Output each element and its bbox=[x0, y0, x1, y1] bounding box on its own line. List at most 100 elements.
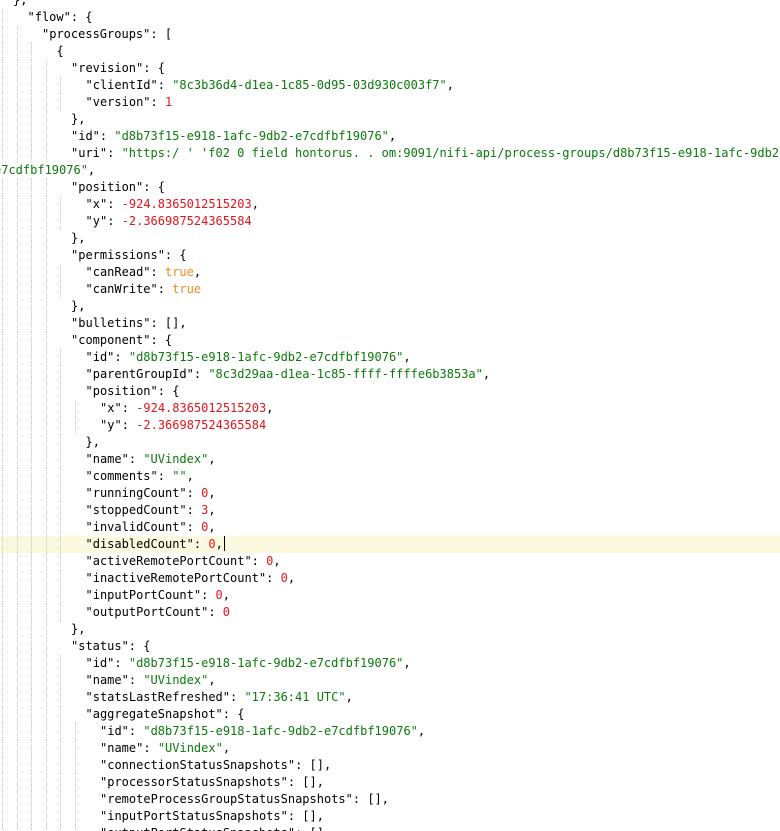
indent-guide bbox=[31, 621, 32, 638]
indent-guide bbox=[16, 774, 18, 791]
code-line[interactable]: "clientId": "8c3b36d4-d1ea-1c85-0d95-03d… bbox=[0, 77, 780, 94]
code-line[interactable]: "activeRemotePortCount": 0, bbox=[0, 553, 780, 570]
code-line[interactable]: }, bbox=[0, 111, 780, 128]
json-punctuation: : bbox=[251, 554, 267, 568]
code-line[interactable]: "outputPortCount": 0 bbox=[0, 604, 780, 621]
code-line[interactable]: }, bbox=[0, 621, 780, 638]
indent-guide bbox=[2, 400, 3, 417]
indent-guide bbox=[2, 519, 3, 536]
code-line[interactable]: }, bbox=[0, 298, 780, 315]
indent-guide bbox=[2, 638, 3, 655]
code-line[interactable]: "y": -2.366987524365584 bbox=[0, 417, 780, 434]
json-punctuation: }, bbox=[71, 112, 86, 126]
code-line[interactable]: "outputPortStatusSnapshots": [], bbox=[0, 825, 780, 831]
indent-guide bbox=[2, 417, 3, 434]
code-line[interactable]: "processGroups": [ bbox=[0, 26, 780, 43]
code-line[interactable]: "aggregateSnapshot": { bbox=[0, 706, 780, 723]
code-line[interactable]: "flow": { bbox=[0, 9, 780, 26]
indent-guide bbox=[31, 179, 32, 196]
code-line[interactable]: { bbox=[0, 43, 780, 60]
json-punctuation: : [], bbox=[295, 758, 332, 772]
code-text: "outputPortStatusSnapshots": [], bbox=[100, 825, 331, 831]
code-line[interactable]: "processorStatusSnapshots": [], bbox=[0, 774, 780, 791]
json-punctuation: : { bbox=[150, 333, 173, 347]
code-line[interactable]: "statsLastRefreshed": "17:36:41 UTC", bbox=[0, 689, 780, 706]
code-line[interactable]: "comments": "", bbox=[0, 468, 780, 485]
code-line[interactable]: "id": "d8b73f15-e918-1afc-9db2-e7cdfbf19… bbox=[0, 128, 780, 145]
code-line[interactable]: "name": "UVindex", bbox=[0, 672, 780, 689]
indent-guide bbox=[45, 247, 47, 264]
code-line[interactable]: }, bbox=[0, 434, 780, 451]
code-line[interactable]: }, bbox=[0, 230, 780, 247]
code-line[interactable]: "component": { bbox=[0, 332, 780, 349]
code-text: { bbox=[57, 43, 64, 60]
indent-guide bbox=[74, 825, 76, 831]
code-line[interactable]: "y": -2.366987524365584 bbox=[0, 213, 780, 230]
code-line[interactable]: "runningCount": 0, bbox=[0, 485, 780, 502]
json-key: "processGroups" bbox=[42, 27, 151, 41]
code-line[interactable]: "permissions": { bbox=[0, 247, 780, 264]
indent-guide bbox=[45, 791, 47, 808]
code-line[interactable]: "connectionStatusSnapshots": [], bbox=[0, 757, 780, 774]
code-line[interactable]: "invalidCount": 0, bbox=[0, 519, 780, 536]
code-line[interactable]: "x": -924.8365012515203, bbox=[0, 400, 780, 417]
indent-guide bbox=[45, 825, 47, 831]
code-line[interactable]: "revision": { bbox=[0, 60, 780, 77]
indent-guide bbox=[31, 468, 32, 485]
json-punctuation: : bbox=[107, 214, 122, 228]
indent-guide bbox=[16, 111, 18, 128]
json-punctuation: : bbox=[107, 146, 122, 160]
code-line[interactable]: "remoteProcessGroupStatusSnapshots": [], bbox=[0, 791, 780, 808]
json-punctuation: : [], bbox=[287, 775, 324, 789]
code-text: "connectionStatusSnapshots": [], bbox=[100, 757, 331, 774]
indent-guide bbox=[60, 434, 61, 451]
indent-guide bbox=[45, 400, 47, 417]
code-line[interactable]: "position": { bbox=[0, 383, 780, 400]
code-text: "activeRemotePortCount": 0, bbox=[86, 553, 281, 570]
json-string-value: "UVindex" bbox=[157, 741, 223, 755]
code-line[interactable]: "id": "d8b73f15-e918-1afc-9db2-e7cdfbf19… bbox=[0, 723, 780, 740]
code-line[interactable]: "id": "d8b73f15-e918-1afc-9db2-e7cdfbf19… bbox=[0, 349, 780, 366]
code-line[interactable]: "x": -924.8365012515203, bbox=[0, 196, 780, 213]
code-text: "inputPortStatusSnapshots": [], bbox=[100, 808, 324, 825]
indent-guide bbox=[60, 213, 61, 230]
code-line[interactable]: "canWrite": true bbox=[0, 281, 780, 298]
json-boolean-value: true bbox=[172, 282, 202, 296]
json-punctuation: : { bbox=[128, 639, 151, 653]
code-line[interactable]: "inputPortCount": 0, bbox=[0, 587, 780, 604]
code-line[interactable]: }, bbox=[0, 0, 780, 9]
code-text: "id": "d8b73f15-e918-1afc-9db2-e7cdfbf19… bbox=[71, 128, 396, 145]
code-line[interactable]: "version": 1 bbox=[0, 94, 780, 111]
indent-guide bbox=[31, 655, 32, 672]
json-punctuation: : bbox=[230, 690, 245, 704]
json-code-editor[interactable]: }, "flow": {"processGroups": [{"revision"… bbox=[0, 0, 780, 831]
code-line[interactable]: "stoppedCount": 3, bbox=[0, 502, 780, 519]
code-line[interactable]: "status": { bbox=[0, 638, 780, 655]
indent-guide bbox=[31, 230, 32, 247]
code-line[interactable]: "bulletins": [], bbox=[0, 315, 780, 332]
indent-guide bbox=[45, 111, 47, 128]
code-line[interactable]: "disabledCount": 0, bbox=[0, 536, 780, 553]
indent-guide bbox=[16, 315, 18, 332]
code-line[interactable]: "uri": "https:/ ' 'f02 0 field hontorus.… bbox=[0, 145, 780, 162]
json-punctuation: , bbox=[208, 452, 216, 466]
code-text: "statsLastRefreshed": "17:36:41 UTC", bbox=[86, 689, 353, 706]
code-line[interactable]: "parentGroupId": "8c3d29aa-d1ea-1c85-fff… bbox=[0, 366, 780, 383]
code-line[interactable]: "inactiveRemotePortCount": 0, bbox=[0, 570, 780, 587]
indent-guide bbox=[45, 604, 47, 621]
indent-guide bbox=[74, 757, 76, 774]
indent-guide bbox=[60, 672, 61, 689]
json-punctuation: , bbox=[482, 367, 491, 381]
code-line[interactable]: "name": "UVindex", bbox=[0, 740, 780, 757]
json-punctuation: }, bbox=[71, 299, 86, 313]
json-punctuation: : bbox=[150, 265, 165, 279]
code-text: "y": -2.366987524365584 bbox=[86, 213, 252, 230]
code-line[interactable]: "canRead": true, bbox=[0, 264, 780, 281]
indent-guide bbox=[45, 740, 47, 757]
code-line[interactable]: "id": "d8b73f15-e918-1afc-9db2-e7cdfbf19… bbox=[0, 655, 780, 672]
code-line[interactable]: "name": "UVindex", bbox=[0, 451, 780, 468]
code-line[interactable]: "position": { bbox=[0, 179, 780, 196]
code-line[interactable]: e7cdfbf19076", bbox=[0, 162, 780, 179]
code-line[interactable]: "inputPortStatusSnapshots": [], bbox=[0, 808, 780, 825]
indent-guide bbox=[2, 791, 3, 808]
